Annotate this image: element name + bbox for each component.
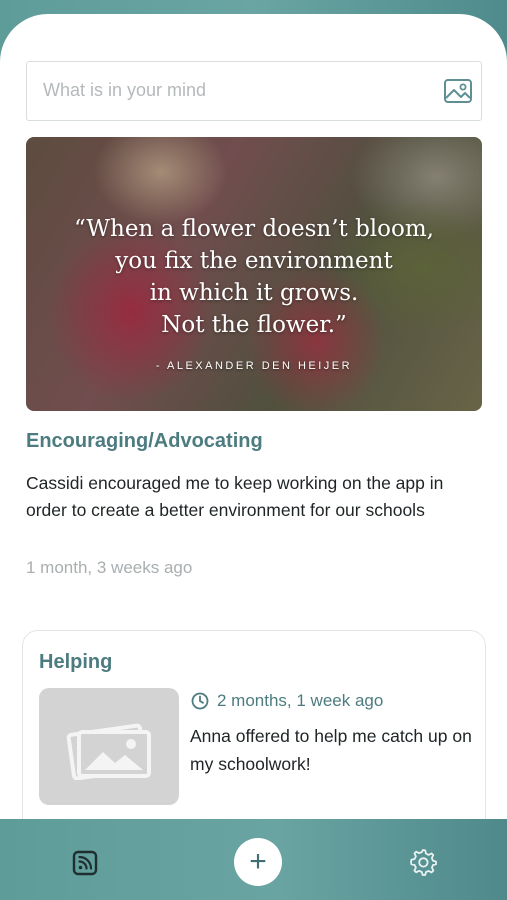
composer-input[interactable]: [43, 62, 433, 119]
quote-line: in which it grows.: [149, 280, 359, 306]
post-timestamp: 2 months, 1 week ago: [191, 691, 383, 711]
post-timestamp: 1 month, 3 weeks ago: [26, 558, 193, 577]
quote-line: Not the flower.”: [161, 312, 347, 338]
post-category-title[interactable]: Encouraging/Advocating: [26, 430, 263, 453]
post-body: Cassidi encouraged me to keep working on…: [26, 473, 444, 520]
post-time-text: 2 months, 1 week ago: [217, 691, 384, 710]
gear-icon[interactable]: [408, 847, 438, 877]
post-composer: [26, 61, 482, 121]
quote-text: “When a flower doesn’t bloom, you fix th…: [46, 213, 462, 341]
post-category-title: Helping: [39, 651, 113, 673]
post-thumbnail[interactable]: [39, 688, 179, 805]
quote-line: you fix the environment: [115, 248, 393, 274]
feed-icon[interactable]: [71, 849, 99, 877]
post-body: Anna offered to help me catch up on my s…: [190, 726, 472, 774]
image-placeholder-icon: [66, 723, 151, 780]
attach-image-icon[interactable]: [443, 77, 473, 105]
bottom-tab-bar: +: [0, 819, 507, 900]
post-quote-image[interactable]: “When a flower doesn’t bloom, you fix th…: [26, 137, 482, 411]
clock-icon: [191, 692, 209, 710]
quote-line: “When a flower doesn’t bloom,: [74, 216, 434, 242]
post-card-helping[interactable]: Helping 2 months, 1 week ago Anna offere…: [22, 630, 486, 834]
feed-sheet: “When a flower doesn’t bloom, you fix th…: [0, 14, 507, 834]
add-post-button[interactable]: +: [234, 838, 282, 886]
quote-author: - ALEXANDER DEN HEIJER: [155, 360, 353, 372]
